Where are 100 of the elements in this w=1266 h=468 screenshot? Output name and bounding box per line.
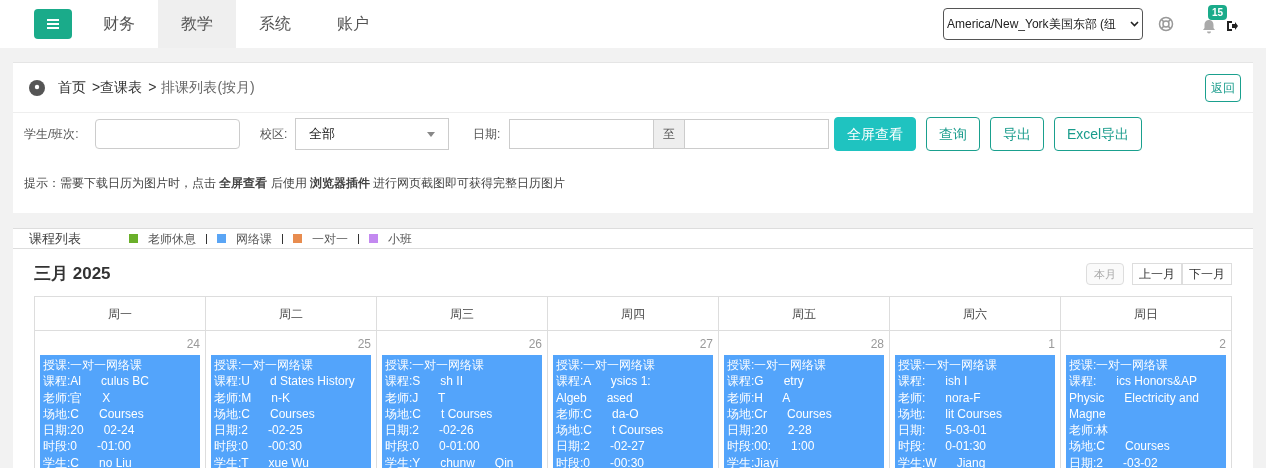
start-date-field[interactable] [509,119,654,149]
month-button[interactable]: 下一月 [1182,263,1232,285]
event-line: 学生:C no Liu [43,454,133,468]
event-line: 场地:Cr Courses [727,405,833,423]
event-line: Magne [1069,405,1107,423]
event-line: 场地:C t Courses [385,405,494,423]
menu-icon [47,19,59,29]
event-line: 时段:0 -00:30 [556,454,646,468]
weekday-header: 周二 [206,297,377,331]
day-number: 1 [1048,337,1055,351]
event-line: 课程:S sh II [385,373,465,390]
back-button[interactable]: 返回 [1205,73,1241,102]
lesson-event[interactable]: 授课:一对一网络课 课程:Al culus BC 老师:官 X 场地:C Courses 日期:20 02-24 时段:0 -01:00 学生:C no Liu [40,355,200,468]
list-title: 课程列表 [29,229,82,248]
field-label: 日期: [473,126,502,143]
event-line: 场地: lit Courses [898,405,1004,423]
weekday-header: 周六 [890,297,1061,331]
event-line: 课程: ish I [898,373,969,390]
action-button[interactable]: 查询 [926,117,980,151]
tip-text: 提示：需要下载日历为图片时，点击 全屏查看 后使用 浏览器插件 进行网页截图即可获得完整日历图片 [24,175,566,192]
event-line: 时段:0 0-01:00 [385,438,481,455]
location-pin-icon [29,79,45,96]
end-date-field[interactable] [684,119,829,149]
action-button[interactable]: 导出 [990,117,1044,151]
day-number: 25 [357,337,371,351]
action-button[interactable]: 全屏查看 [834,117,916,151]
breadcrumb-separator: > [148,78,157,97]
campus-select[interactable]: 全部 [295,118,449,150]
event-line: 课程: ics Honors&AP [1069,373,1199,390]
event-line: 授课:一对一网络课 [1069,357,1170,374]
action-button[interactable]: Excel导出 [1054,117,1143,151]
chevron-icon [1130,21,1139,27]
logout-icon[interactable] [1226,20,1238,32]
breadcrumb-separator: > [92,78,101,97]
event-line: 老师:J T [385,389,447,406]
event-line: 授课:一对一网络课 [43,357,144,374]
weekday-header: 周日 [1061,297,1232,331]
nav-tab[interactable]: 教学 [158,0,236,48]
event-line: 老师:H A [727,389,792,406]
event-line: 课程:Al culus BC [43,373,151,390]
weekday-header: 周五 [719,297,890,331]
event-line: 日期:2 -02-27 [556,438,646,455]
event-line: 课程:U d States History [214,373,356,390]
lesson-event[interactable]: 授课:一对一网络课 课程: ics Honors&AP Physic Electricity and Magne 老师:林 场地:C Courses 日期:2 -03-02 [1066,355,1226,468]
event-line: 老师:C da-O [556,405,640,423]
event-line: 时段:0 -00:30 [214,438,304,455]
lesson-event[interactable]: 授课:一对一网络课 课程:A ysics 1: Algeb ased 老师:C da-O 场地:C t Courses 日期:2 -02-27 时段:0 -00:30 [553,355,713,468]
event-line: 课程:A ysics 1: [556,373,652,390]
field-label: 校区: [260,126,289,143]
weekday-header: 周一 [35,297,206,331]
event-line: 授课:一对一网络课 [898,357,999,374]
bell-icon[interactable] [1202,18,1216,34]
event-line: 授课:一对一网络课 [727,357,828,374]
date-separator: 至 [654,119,684,149]
day-number: 26 [528,337,542,351]
event-line: 场地:C t Courses [556,422,665,439]
notification-badge: 15 [1208,4,1228,20]
event-line: 时段: 0-01:30 [898,438,988,455]
field-label: 学生/班次: [24,126,80,143]
event-line: Algeb ased [556,389,634,406]
event-line: 老师:M n-K [214,389,291,406]
event-line: 日期:20 2-28 [727,422,813,439]
legend-label: 老师休息 [148,230,196,248]
breadcrumb-current: 排课列表(按月) [161,78,255,97]
caret-icon [427,131,435,137]
event-line: 授课:一对一网络课 [214,357,315,374]
event-line: 授课:一对一网络课 [556,357,657,374]
timezone-select[interactable]: America/New_York美国东部 (纽 [943,8,1143,40]
event-line: 时段:00: 1:00 [727,438,816,455]
event-line: 老师: nora-F [898,389,982,406]
event-line: 场地:C Courses [214,405,316,423]
day-number: 27 [699,337,713,351]
event-line: 场地:C Courses [43,405,145,423]
calendar-title: 三月 2025 [34,263,111,286]
event-line: 时段:0 -01:00 [43,438,133,455]
event-line: 老师:官 X [43,389,112,406]
breadcrumb-link[interactable]: 查课表 [100,77,143,98]
event-line: 日期:2 -02-25 [214,422,304,439]
event-line: 日期: 5-03-01 [898,422,988,439]
event-line: 学生:T xue Wu [214,454,310,468]
menu-button[interactable] [34,9,72,39]
event-line: 授课:一对一网络课 [385,357,486,374]
event-line: 课程:G etry [727,373,805,390]
day-number: 2 [1219,337,1226,351]
month-button[interactable]: 上一月 [1132,263,1182,285]
day-number: 24 [186,337,200,351]
weekday-header: 周四 [548,297,719,331]
event-line: 日期:2 -03-02 [1069,454,1159,468]
day-number: 28 [870,337,884,351]
event-line: 日期:2 -02-26 [385,422,475,439]
student-field[interactable] [95,119,240,149]
breadcrumb-link[interactable]: 首页 [58,77,86,98]
event-line: Physic Electricity and [1069,389,1201,406]
legend-label: 网络课 [236,230,272,248]
event-line: 老师:林 [1069,422,1110,439]
legend-label: 小班 [388,230,412,248]
lesson-event[interactable]: 授课:一对一网络课 课程:U d States History 老师:M n-K 场地:C Courses 日期:2 -02-25 时段:0 -00:30 学生:T xue Wu [211,355,371,468]
help-icon[interactable] [1158,16,1174,32]
event-line: 日期:20 02-24 [43,422,136,439]
event-line: 场地:C Courses [1069,438,1171,455]
